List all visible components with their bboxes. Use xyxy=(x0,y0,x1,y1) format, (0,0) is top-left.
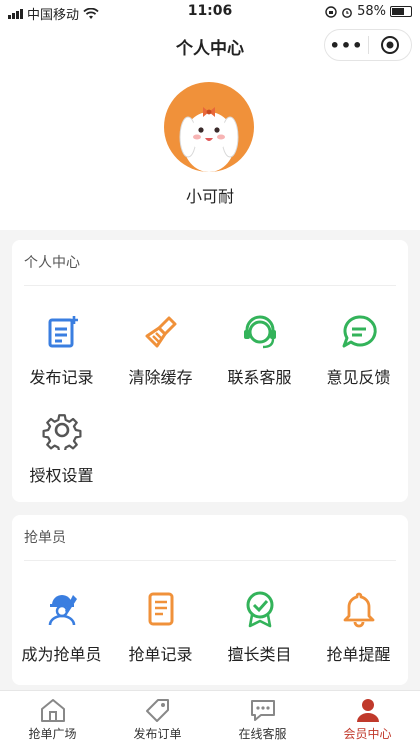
section-title: 个人中心 xyxy=(24,240,396,286)
grid-item-label: 抢单记录 xyxy=(128,645,193,664)
auth-settings-button[interactable]: 授权设置 xyxy=(12,410,111,486)
tab-online-support[interactable]: 在线客服 xyxy=(210,691,315,747)
tab-label: 会员中心 xyxy=(343,727,392,741)
nav-bar: 个人中心 ••• xyxy=(0,24,420,66)
lock-rotation-icon xyxy=(325,5,337,18)
grid-item-label: 清除缓存 xyxy=(128,368,193,387)
battery-icon xyxy=(390,6,412,17)
contact-support-button[interactable]: 联系客服 xyxy=(210,312,309,388)
tab-label: 在线客服 xyxy=(238,727,287,741)
personal-section: 个人中心 发布记录 清除缓存 联系客服 意见反馈 授权设置 xyxy=(12,240,408,502)
become-grabber-button[interactable]: 成为抢单员 xyxy=(12,589,111,665)
status-bar: 中国移动 11:06 58% xyxy=(0,0,420,24)
mini-program-capsule: ••• xyxy=(324,29,412,61)
tab-publish-order[interactable]: 发布订单 xyxy=(105,691,210,747)
badge-check-icon xyxy=(240,589,280,629)
grab-records-button[interactable]: 抢单记录 xyxy=(111,589,210,665)
profile-header: 小可耐 xyxy=(0,66,420,230)
tab-member-center[interactable]: 会员中心 xyxy=(315,691,420,747)
grab-reminder-button[interactable]: 抢单提醒 xyxy=(309,589,408,665)
alarm-icon xyxy=(342,7,352,18)
grabber-section: 抢单员 成为抢单员 抢单记录 擅长类目 抢单提醒 xyxy=(12,515,408,685)
username: 小可耐 xyxy=(185,187,234,206)
bunny-avatar-icon xyxy=(179,107,239,172)
target-icon xyxy=(381,36,399,54)
worker-icon xyxy=(42,589,82,629)
clear-cache-button[interactable]: 清除缓存 xyxy=(111,312,210,388)
grid-item-label: 授权设置 xyxy=(29,466,94,485)
chat-bubble-icon xyxy=(339,312,379,352)
grid-item-label: 联系客服 xyxy=(227,368,292,387)
section-title: 抢单员 xyxy=(24,515,396,561)
tag-icon xyxy=(144,697,172,723)
expertise-categories-button[interactable]: 擅长类目 xyxy=(210,589,309,665)
broom-icon xyxy=(141,312,181,352)
chat-icon xyxy=(249,697,277,723)
grid-item-label: 擅长类目 xyxy=(227,645,292,664)
grid-item-label: 成为抢单员 xyxy=(21,645,102,664)
grid-item-label: 抢单提醒 xyxy=(326,645,391,664)
avatar[interactable] xyxy=(164,82,254,172)
feedback-button[interactable]: 意见反馈 xyxy=(309,312,408,388)
close-button[interactable] xyxy=(369,35,411,55)
more-button[interactable]: ••• xyxy=(325,36,368,55)
user-icon xyxy=(354,697,382,723)
headset-icon xyxy=(240,312,280,352)
tab-bar: 抢单广场 发布订单 在线客服 会员中心 xyxy=(0,690,420,747)
grid-item-label: 发布记录 xyxy=(29,368,94,387)
publish-records-button[interactable]: 发布记录 xyxy=(12,312,111,388)
battery-percent: 58% xyxy=(357,4,386,19)
bell-icon xyxy=(339,589,379,629)
tab-order-plaza[interactable]: 抢单广场 xyxy=(0,691,105,747)
tab-label: 抢单广场 xyxy=(28,727,77,741)
gear-icon xyxy=(41,410,82,454)
grid-item-label: 意见反馈 xyxy=(326,368,391,387)
document-add-icon xyxy=(42,312,82,352)
list-icon xyxy=(141,589,181,629)
tab-label: 发布订单 xyxy=(133,727,182,741)
home-icon xyxy=(39,697,67,723)
